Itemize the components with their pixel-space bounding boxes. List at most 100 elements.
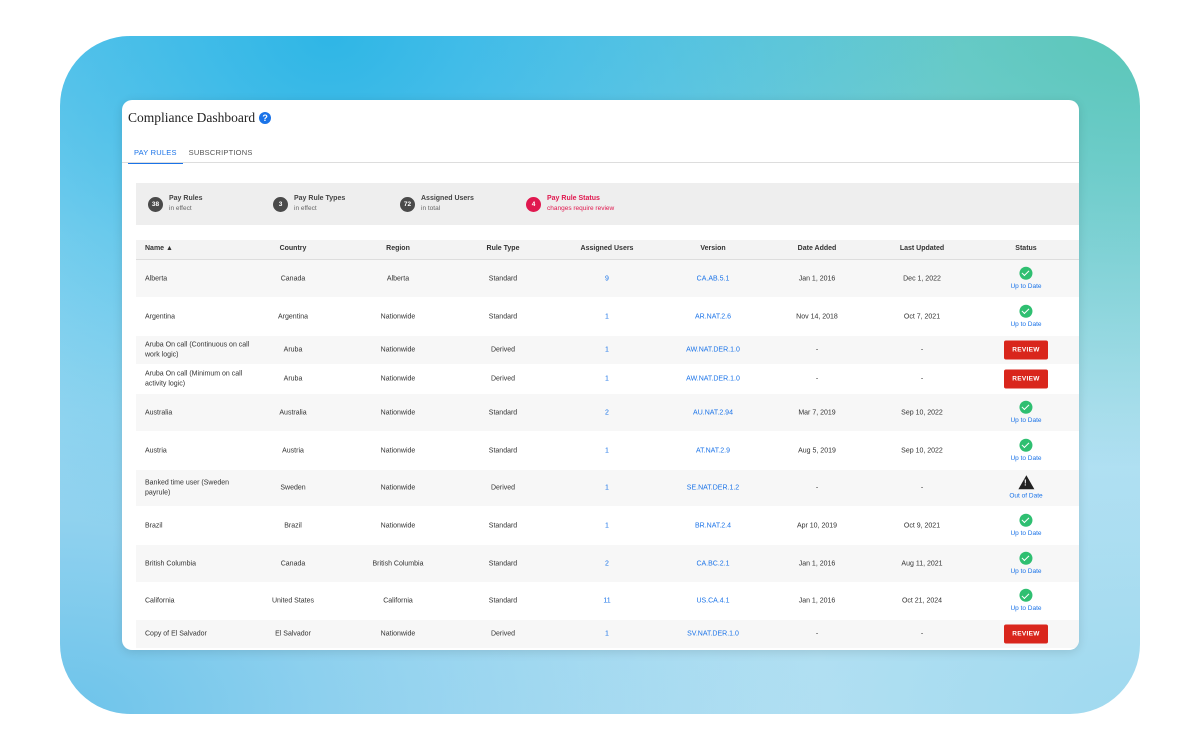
col-date-added-cell: - [815,484,819,492]
pay-rules-table: Name ▲ Country Region Rule Type Assigned Use… [136,240,1079,649]
col-date-added-cell: Aug 5, 2019 [798,446,836,454]
col-rule-type-cell: Standard [488,521,518,529]
col-status-header[interactable]: Status [1015,245,1036,252]
table-row[interactable]: Copy of El Salvador El Salvador Nationwide… [136,620,1079,649]
col-country-cell: United States [271,597,315,605]
status-text[interactable]: Up to Date [1010,566,1041,576]
col-last-updated-cell: Oct 21, 2024 [901,597,943,605]
col-version-cell[interactable]: BR.NAT.2.4 [695,521,731,531]
check-circle-icon [1019,304,1033,318]
col-country-cell: Sweden [280,484,306,492]
status-indicator: Up to Date [1010,266,1042,291]
table-row[interactable]: Aruba On call (Continuous on call work l… [136,336,1079,365]
check-circle-icon [1019,266,1033,280]
status-cell: REVIEW [1004,340,1048,360]
title-row: Compliance Dashboard ? [128,110,272,126]
status-text[interactable]: Up to Date [1010,528,1041,538]
status-indicator: Up to Date [1010,438,1042,463]
stat-pay-rule-status[interactable]: 4 Pay Rule Status changes require review [526,194,614,214]
col-name-cell: Aruba On call (Continuous on call work l… [145,341,250,359]
col-date-added-cell: Jan 1, 2016 [798,274,836,282]
table-row[interactable]: Australia Australia Nationwide Standard 2 AU.… [136,394,1079,432]
status-text[interactable]: Out of Date [1009,491,1042,501]
col-region-cell: Nationwide [380,446,416,454]
table-row[interactable]: Brazil Brazil Nationwide Standard 1 BR.NAT.2.… [136,507,1079,545]
status-cell: Up to Date [1010,588,1042,614]
col-name-cell: Alberta [145,274,168,282]
status-cell: Up to Date [1010,304,1042,329]
table-row[interactable]: British Columbia Canada British Columbia St… [136,545,1079,583]
status-cell: REVIEW [1004,624,1048,644]
col-assigned-users-cell[interactable]: 2 [605,408,609,418]
col-assigned-users-cell[interactable]: 1 [605,483,609,493]
col-assigned-users-cell[interactable]: 1 [605,312,609,322]
col-last-updated-header[interactable]: Last Updated [900,245,944,252]
stat-sub: in effect [169,205,192,212]
status-text[interactable]: Up to Date [1010,604,1041,614]
col-assigned-users-cell[interactable]: 11 [603,596,610,606]
col-assigned-users-header[interactable]: Assigned Users [581,245,634,252]
col-version-header[interactable]: Version [700,245,725,252]
col-country-cell: Argentina [278,312,308,320]
status-indicator: Up to Date [1010,400,1042,425]
col-version-cell[interactable]: SV.NAT.DER.1.0 [687,629,739,639]
table-row[interactable]: Aruba On call (Minimum on call activity … [136,365,1079,394]
col-version-cell[interactable]: AR.NAT.2.6 [695,312,731,322]
col-name-cell: Copy of El Salvador [145,630,207,638]
status-indicator: Up to Date [1010,588,1042,614]
col-assigned-users-cell[interactable]: 1 [605,521,609,531]
stat-sub: changes require review [547,205,615,212]
col-assigned-users-cell[interactable]: 1 [605,345,609,355]
col-version-cell[interactable]: AW.NAT.DER.1.0 [686,374,740,384]
col-assigned-users-cell[interactable]: 1 [605,446,609,456]
col-version-cell[interactable]: US.CA.4.1 [696,596,729,606]
status-text[interactable]: Up to Date [1010,319,1041,329]
status-text[interactable]: Up to Date [1010,415,1041,425]
col-version-cell[interactable]: CA.AB.5.1 [697,274,730,284]
table-row[interactable]: Alberta Canada Alberta Standard 9 CA.AB.5.1 Ja… [136,260,1079,298]
check-circle-icon [1019,438,1033,452]
status-text[interactable]: Up to Date [1010,281,1041,291]
stat-sub: in effect [294,205,317,212]
col-version-cell[interactable]: CA.BC.2.1 [696,559,729,569]
col-version-cell[interactable]: AT.NAT.2.9 [696,446,730,456]
col-assigned-users-cell[interactable]: 2 [605,559,609,569]
stat-alert-badge: 4 [526,196,541,212]
review-button[interactable]: REVIEW [1004,624,1048,644]
col-region-cell: Nationwide [380,346,416,354]
col-country-cell: Austria [282,446,304,454]
col-assigned-users-cell[interactable]: 9 [605,274,609,284]
col-rule-type-cell: Derived [490,630,516,638]
col-date-added-header[interactable]: Date Added [798,245,837,252]
col-region-cell: Nationwide [380,484,416,492]
table-row[interactable]: California United States California Standar… [136,583,1079,620]
col-assigned-users-cell[interactable]: 1 [605,374,609,384]
col-last-updated-cell: - [920,484,924,492]
help-icon[interactable]: ? [259,112,272,124]
stat-assigned-users: 72 Assigned Users in total [400,194,474,214]
col-last-updated-cell: Sep 10, 2022 [901,446,943,454]
col-version-cell[interactable]: AU.NAT.2.94 [693,408,733,418]
table-row[interactable]: Argentina Argentina Nationwide Standard 1 AR.… [136,298,1079,336]
review-button[interactable]: REVIEW [1004,340,1048,360]
table-row[interactable]: Banked time user (Sweden payrule) Sweden N… [136,470,1079,507]
col-country-cell: Aruba [283,375,303,383]
table-row[interactable]: Austria Austria Nationwide Standard 1 AT.NAT.… [136,432,1079,470]
status-indicator: Up to Date [1010,551,1042,576]
col-name-header[interactable]: Name ▲ [145,245,173,252]
col-date-added-cell: Jan 1, 2016 [798,559,836,567]
col-country-cell: Canada [280,274,306,282]
tab-pay-rules[interactable]: PAY RULES [128,140,183,164]
table-body: Alberta Canada Alberta Standard 9 CA.AB.5.1 Ja… [136,259,1079,649]
col-rule-type-header[interactable]: Rule Type [487,245,520,252]
review-button[interactable]: REVIEW [1004,369,1048,389]
col-last-updated-cell: - [920,375,924,383]
col-country-header[interactable]: Country [280,245,307,252]
col-assigned-users-cell[interactable]: 1 [605,629,609,639]
col-version-cell[interactable]: AW.NAT.DER.1.0 [686,345,740,355]
status-text[interactable]: Up to Date [1010,453,1041,463]
col-version-cell[interactable]: SE.NAT.DER.1.2 [687,483,739,493]
tab-subscriptions[interactable]: SUBSCRIPTIONS [183,140,259,164]
col-region-header[interactable]: Region [386,245,410,252]
stat-pay-rules: 38 Pay Rules in effect [148,194,202,214]
